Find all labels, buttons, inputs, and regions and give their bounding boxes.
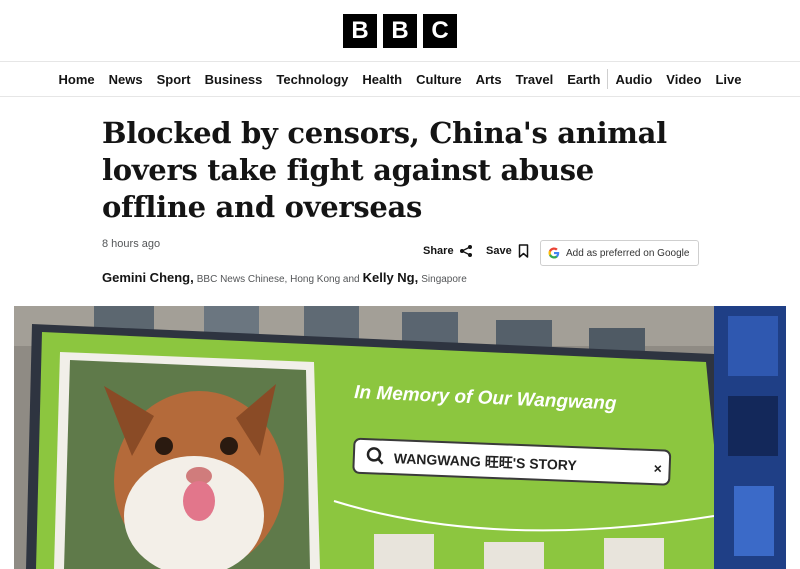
nav-item-earth[interactable]: Earth — [560, 72, 607, 87]
article-timestamp: 8 hours ago — [102, 238, 161, 250]
nav-item-travel[interactable]: Travel — [509, 72, 561, 87]
save-label: Save — [486, 245, 512, 257]
hero-image: In Memory of Our Wangwang WANGWANG 旺旺'S … — [14, 306, 786, 569]
bbc-logo-block-1: B — [343, 13, 377, 48]
nav-item-culture[interactable]: Culture — [409, 72, 469, 87]
billboard-photo: In Memory of Our Wangwang WANGWANG 旺旺'S … — [14, 306, 786, 569]
dog-illustration — [104, 384, 284, 569]
author-name[interactable]: Gemini Cheng, — [102, 270, 194, 285]
masthead: B B C — [0, 0, 800, 62]
bbc-logo[interactable]: B B C — [343, 13, 457, 48]
nav-item-audio[interactable]: Audio — [608, 72, 659, 87]
byline: Gemini Cheng, BBC News Chinese, Hong Kon… — [102, 270, 467, 285]
nav-item-sport[interactable]: Sport — [150, 72, 198, 87]
author-affiliation: BBC News Chinese, Hong Kong and — [196, 274, 360, 285]
share-button[interactable]: Share — [423, 244, 473, 258]
save-button[interactable]: Save — [486, 244, 529, 258]
preferred-on-google-button[interactable]: Add as preferred on Google — [540, 240, 699, 266]
bbc-logo-block-3: C — [423, 13, 457, 48]
nav-item-health[interactable]: Health — [355, 72, 409, 87]
nav-item-arts[interactable]: Arts — [469, 72, 509, 87]
nav-item-news[interactable]: News — [102, 72, 150, 87]
share-icon — [459, 245, 472, 257]
nav-item-business[interactable]: Business — [198, 72, 270, 87]
nav-item-live[interactable]: Live — [708, 72, 748, 87]
close-icon: × — [653, 460, 662, 476]
bbc-logo-block-2: B — [383, 13, 417, 48]
preferred-on-google-label: Add as preferred on Google — [566, 247, 690, 259]
author-affiliation: Singapore — [421, 274, 467, 285]
nav-item-technology[interactable]: Technology — [269, 72, 355, 87]
nav-item-home[interactable]: Home — [52, 72, 102, 87]
main-navigation: Home News Sport Business Technology Heal… — [0, 62, 800, 97]
nav-item-video[interactable]: Video — [659, 72, 708, 87]
google-icon — [548, 247, 560, 259]
bookmark-icon — [518, 244, 528, 258]
share-label: Share — [423, 245, 454, 257]
author-name[interactable]: Kelly Ng, — [363, 270, 419, 285]
article-headline: Blocked by censors, China's animal lover… — [102, 116, 667, 224]
